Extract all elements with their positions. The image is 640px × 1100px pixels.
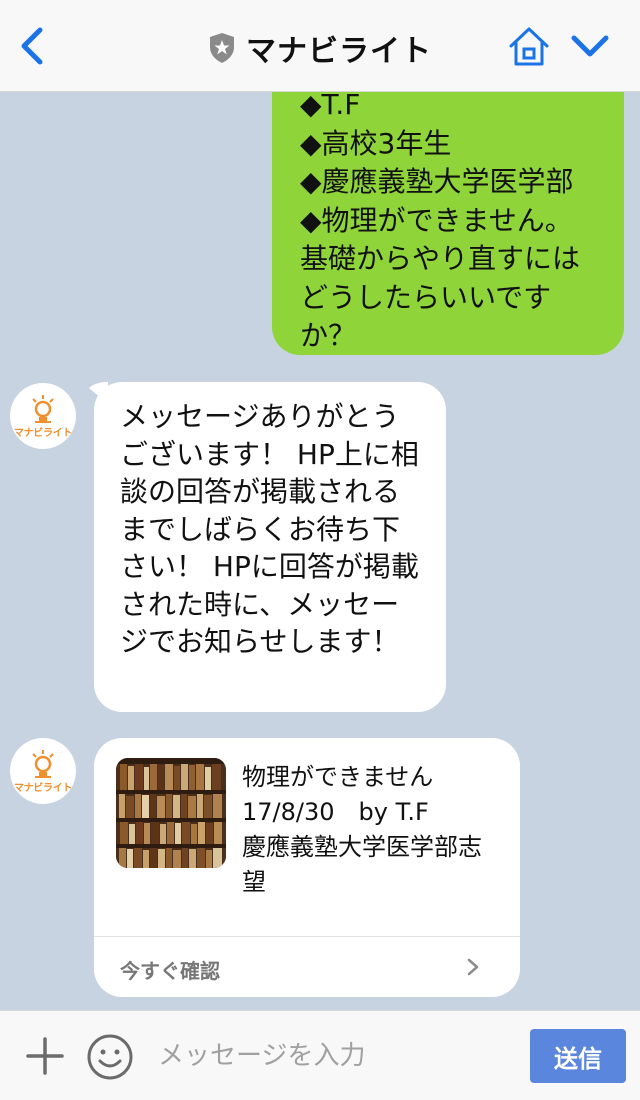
home-icon	[509, 27, 549, 66]
card-title: 物理ができません	[242, 763, 434, 791]
avatar-label: マナビライト	[13, 427, 73, 439]
avatar[interactable]: マナビライト	[10, 383, 76, 449]
check-now-link[interactable]: 今すぐ確認	[94, 937, 520, 997]
plus-icon	[26, 1037, 64, 1075]
bookshelf-thumbnail	[116, 758, 226, 868]
page-title: マナビライト	[246, 34, 432, 69]
emoji-button[interactable]	[86, 1033, 134, 1081]
card-subtitle: 慶應義塾大学医学部志望	[242, 833, 482, 896]
chevron-right-icon	[467, 958, 479, 976]
card-text-block: 物理ができません 17/8/30 by T.F 慶應義塾大学医学部志望	[242, 760, 502, 900]
menu-toggle-button[interactable]	[568, 30, 612, 64]
card-meta: 17/8/30 by T.F	[242, 798, 429, 826]
incoming-message-bubble[interactable]: メッセージありがとうございます！ HP上に相談の回答が掲載されるまでしばらくお待…	[94, 382, 446, 712]
bookshelf-image	[116, 758, 226, 868]
message-input-bar: 送信	[0, 1010, 640, 1100]
send-button[interactable]: 送信	[530, 1029, 626, 1083]
chat-header: マナビライト	[0, 0, 640, 92]
outgoing-message-bubble[interactable]: ◆T.F ◆高校3年生 ◆慶應義塾大学医学部 ◆物理ができません。 基礎からやり…	[272, 92, 624, 355]
chevron-down-icon	[571, 35, 609, 57]
link-card-bubble[interactable]: 物理ができません 17/8/30 by T.F 慶應義塾大学医学部志望 今すぐ確…	[94, 738, 520, 997]
avatar[interactable]: マナビライト	[10, 738, 76, 804]
avatar-label: マナビライト	[13, 782, 73, 794]
outgoing-message-text: ◆T.F ◆高校3年生 ◆慶應義塾大学医学部 ◆物理ができません。 基礎からやり…	[300, 92, 581, 352]
message-input[interactable]	[148, 1031, 518, 1081]
incoming-message-text: メッセージありがとうございます！ HP上に相談の回答が掲載されるまでしばらくお待…	[120, 400, 419, 658]
add-attachment-button[interactable]	[24, 1035, 66, 1077]
check-now-label: 今すぐ確認	[120, 959, 220, 983]
smiley-icon	[87, 1034, 133, 1080]
shield-star-icon	[210, 33, 234, 63]
home-button[interactable]	[506, 24, 552, 70]
lightbulb-icon	[32, 749, 54, 778]
lightbulb-icon	[32, 394, 54, 423]
chat-area[interactable]: ◆T.F ◆高校3年生 ◆慶應義塾大学医学部 ◆物理ができません。 基礎からやり…	[0, 92, 640, 1010]
